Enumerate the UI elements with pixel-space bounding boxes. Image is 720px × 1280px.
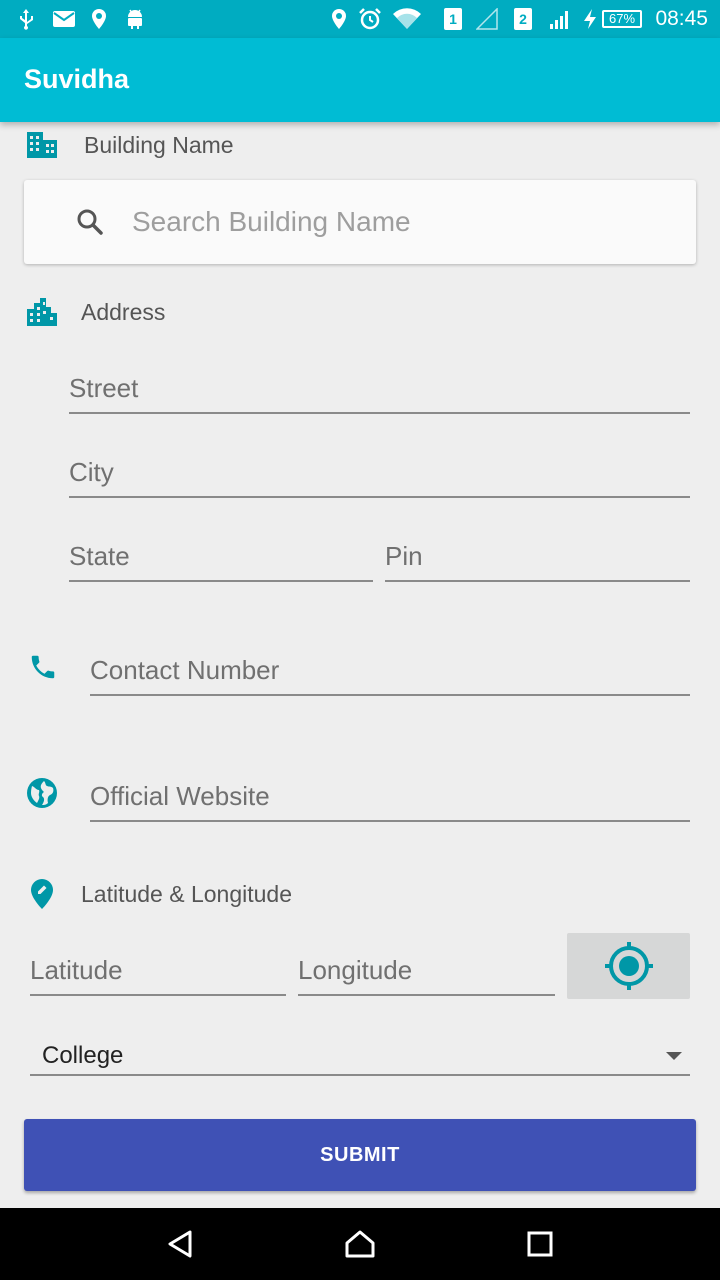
city-field[interactable]	[69, 452, 690, 498]
contact-number-field[interactable]	[90, 650, 690, 696]
building-icon	[26, 131, 58, 159]
signal-icon	[476, 8, 498, 30]
location-icon	[330, 8, 348, 30]
dropdown-arrow-icon	[666, 1052, 682, 1060]
city-input[interactable]	[69, 452, 690, 496]
submit-button[interactable]: SUBMIT	[24, 1119, 696, 1191]
category-dropdown[interactable]: College	[30, 1032, 690, 1076]
longitude-input[interactable]	[298, 950, 555, 994]
address-label: Address	[81, 298, 166, 325]
back-icon[interactable]	[164, 1228, 196, 1260]
official-website-input[interactable]	[90, 776, 690, 820]
my-location-icon	[603, 940, 655, 992]
building-search-input[interactable]	[132, 200, 672, 244]
lat-long-label-row: Latitude & Longitude	[30, 878, 292, 910]
pin-input[interactable]	[385, 536, 690, 580]
signal-icon	[548, 8, 572, 30]
battery-icon: 67%	[602, 10, 642, 28]
category-selected-value: College	[42, 1042, 124, 1069]
alarm-icon	[358, 8, 382, 30]
system-nav-bar	[0, 1208, 720, 1280]
address-label-row: Address	[26, 296, 165, 328]
wifi-icon	[392, 8, 422, 30]
charging-icon	[582, 8, 598, 30]
app-bar: Suvidha	[0, 38, 720, 122]
clock: 08:45	[655, 7, 708, 30]
sim2-badge: 2	[514, 8, 532, 30]
get-location-button[interactable]	[567, 933, 690, 999]
street-input[interactable]	[69, 368, 690, 412]
lat-long-label: Latitude & Longitude	[81, 880, 293, 907]
building-name-label: Building Name	[84, 131, 234, 158]
usb-icon	[16, 8, 36, 30]
sim1-badge: 1	[444, 8, 462, 30]
android-icon	[124, 8, 146, 30]
state-field[interactable]	[69, 536, 373, 582]
pin-field[interactable]	[385, 536, 690, 582]
location-icon	[90, 8, 108, 30]
app-title: Suvidha	[24, 64, 130, 94]
state-input[interactable]	[69, 536, 373, 580]
latitude-field[interactable]	[30, 950, 286, 996]
edit-location-icon	[30, 878, 54, 910]
recents-icon[interactable]	[524, 1228, 556, 1260]
globe-icon	[26, 777, 58, 809]
status-bar: 1 2 67% 08:45	[0, 0, 720, 38]
mail-icon	[52, 8, 76, 30]
home-icon[interactable]	[344, 1228, 376, 1260]
official-website-field[interactable]	[90, 776, 690, 822]
phone-icon	[28, 652, 58, 682]
search-icon	[76, 208, 104, 241]
building-search-box[interactable]	[24, 180, 696, 264]
contact-number-input[interactable]	[90, 650, 690, 694]
street-field[interactable]	[69, 368, 690, 414]
longitude-field[interactable]	[298, 950, 555, 996]
latitude-input[interactable]	[30, 950, 286, 994]
city-buildings-icon	[26, 297, 58, 327]
building-name-label-row: Building Name	[26, 130, 234, 160]
